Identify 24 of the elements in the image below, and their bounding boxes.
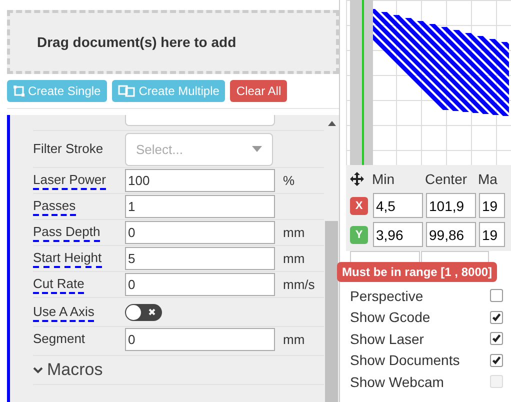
axis-badge: X (350, 196, 368, 214)
option-label: Show Webcam (350, 374, 444, 390)
unit-label: mm (283, 225, 305, 240)
option-label: Perspective (350, 288, 424, 304)
option-label: Show Gcode (350, 309, 430, 326)
unit-label: % (283, 173, 295, 188)
field-label: Segment (33, 331, 86, 348)
field-label: Use A Axis (33, 304, 94, 322)
option-label: Show Laser (350, 330, 424, 347)
axis-badge: Y (350, 226, 368, 244)
field-label: Pass Depth (33, 224, 100, 242)
field-label: Passes (33, 198, 76, 216)
unit-label: mm (283, 251, 305, 266)
column-header: Center (425, 171, 468, 187)
error-tooltip: Must be in range [1 , 8000] (337, 262, 498, 282)
field-label: Start Height (33, 250, 102, 268)
field-label: Laser Power (33, 172, 106, 190)
column-header: Min (372, 171, 396, 187)
unit-label: mm (283, 332, 305, 347)
field-label: Filter Stroke (33, 140, 104, 158)
field-label: Cut Rate (33, 276, 84, 294)
column-header: Ma (478, 171, 498, 187)
unit-label: mm/s (283, 277, 315, 292)
option-label: Show Documents (350, 352, 460, 368)
